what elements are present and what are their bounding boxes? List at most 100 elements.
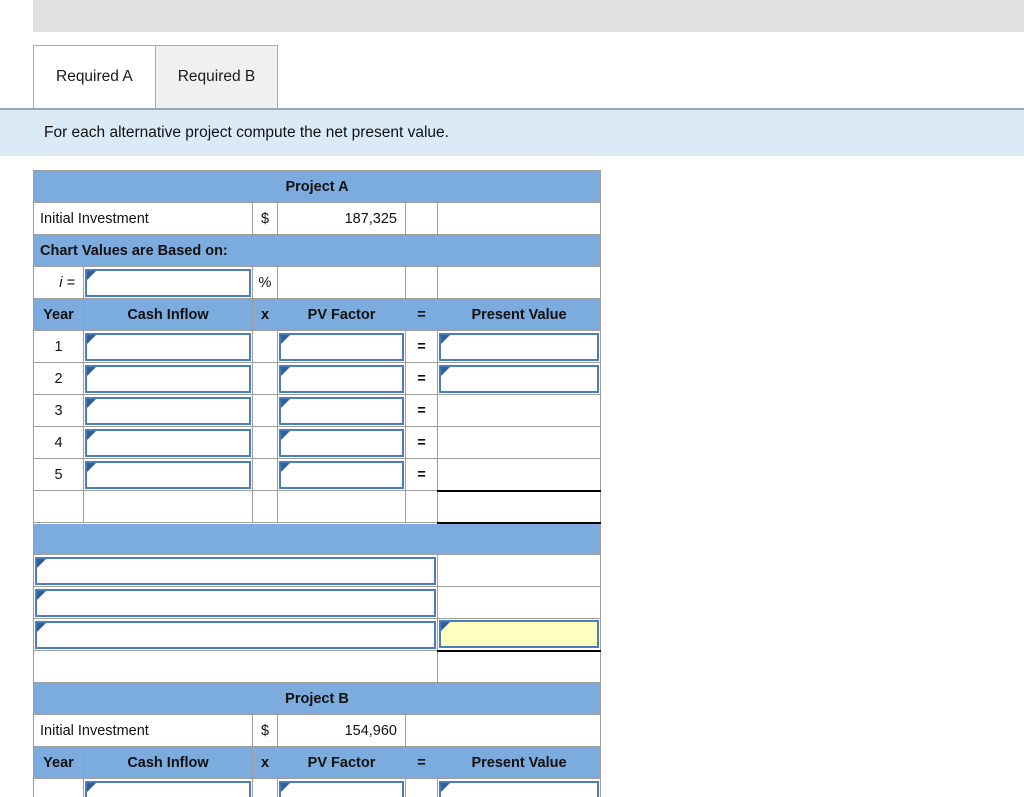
project-b-initial-investment-spacer bbox=[404, 714, 602, 747]
cash-inflow-input-year-5[interactable] bbox=[87, 462, 249, 487]
cash-inflow-input-year-3[interactable] bbox=[87, 398, 249, 423]
net-present-value-input-wrapper[interactable] bbox=[439, 620, 600, 649]
pv-factor-input-year-2[interactable] bbox=[281, 366, 402, 391]
project-a-total-present-value bbox=[436, 489, 602, 524]
year-cell: 5 bbox=[33, 458, 84, 491]
tab-required-b[interactable]: Required B bbox=[155, 45, 279, 108]
pv-factor-input-wrapper[interactable] bbox=[279, 332, 404, 361]
equals-cell: = bbox=[405, 394, 438, 427]
top-toolbar-strip bbox=[33, 0, 1024, 32]
interest-rate-input[interactable] bbox=[87, 270, 249, 295]
present-value-input-year-2[interactable] bbox=[441, 366, 598, 391]
pv-factor-input-wrapper[interactable] bbox=[279, 428, 404, 457]
times-cell bbox=[252, 426, 278, 459]
cash-inflow-cell[interactable] bbox=[83, 458, 253, 491]
cash-inflow-input-wrapper[interactable] bbox=[85, 332, 251, 361]
cash-inflow-cell-b[interactable] bbox=[83, 778, 253, 797]
pv-factor-cell-b[interactable] bbox=[277, 778, 406, 797]
cash-inflow-cell[interactable] bbox=[83, 394, 253, 427]
pv-factor-input-wrapper[interactable] bbox=[279, 364, 404, 393]
instruction-text: For each alternative project compute the… bbox=[44, 124, 449, 141]
summary-section-band bbox=[32, 522, 602, 555]
summary-label-input-2[interactable] bbox=[37, 590, 434, 615]
times-cell bbox=[252, 362, 278, 395]
project-b-initial-investment-row: Initial Investment $ 154,960 bbox=[33, 714, 602, 747]
total-spacer-1 bbox=[33, 490, 84, 523]
summary-label-input-1[interactable] bbox=[37, 558, 434, 583]
summary-label-cell-1[interactable] bbox=[33, 554, 438, 587]
equals-cell: = bbox=[405, 330, 438, 363]
present-value-cell bbox=[436, 458, 602, 491]
cash-inflow-input-year-2[interactable] bbox=[87, 366, 249, 391]
table-row: 1 = bbox=[33, 330, 602, 363]
present-value-cell[interactable] bbox=[436, 362, 602, 395]
cash-inflow-cell[interactable] bbox=[83, 426, 253, 459]
pv-factor-input-wrapper[interactable] bbox=[279, 396, 404, 425]
list-item bbox=[33, 618, 602, 652]
cash-inflow-cell[interactable] bbox=[83, 362, 253, 395]
summary-value-cell-2 bbox=[436, 586, 602, 619]
tab-required-a[interactable]: Required A bbox=[33, 45, 156, 108]
cash-inflow-input-year-4[interactable] bbox=[87, 430, 249, 455]
project-a-title: Project A bbox=[32, 170, 602, 203]
list-item bbox=[33, 586, 602, 619]
cash-inflow-input-year-1[interactable] bbox=[87, 334, 249, 359]
project-a-summary-header-row bbox=[32, 522, 602, 555]
project-b-title-row: Project B bbox=[32, 682, 602, 715]
times-cell bbox=[252, 394, 278, 427]
pv-factor-cell[interactable] bbox=[277, 458, 406, 491]
cash-inflow-input-wrapper[interactable] bbox=[85, 396, 251, 425]
summary-label-input-wrapper-2[interactable] bbox=[35, 588, 436, 617]
present-value-input-year-1[interactable] bbox=[441, 334, 598, 359]
cash-inflow-input-wrapper[interactable] bbox=[85, 428, 251, 457]
summary-label-input-wrapper-1[interactable] bbox=[35, 556, 436, 585]
times-cell-b bbox=[252, 778, 278, 797]
present-value-input-wrapper[interactable] bbox=[439, 332, 600, 361]
interest-rate-input-wrapper[interactable] bbox=[85, 268, 251, 297]
present-value-cell bbox=[436, 394, 602, 427]
project-a-initial-investment-spacer-2 bbox=[436, 202, 602, 235]
summary-label-input-3[interactable] bbox=[37, 622, 434, 647]
list-item bbox=[33, 554, 602, 587]
cash-inflow-input-wrapper-b[interactable] bbox=[85, 780, 251, 797]
present-value-input-wrapper[interactable] bbox=[439, 364, 600, 393]
cash-inflow-cell[interactable] bbox=[83, 330, 253, 363]
equals-cell: = bbox=[405, 362, 438, 395]
cash-inflow-input-b-row-1[interactable] bbox=[87, 782, 249, 797]
cash-inflow-input-wrapper[interactable] bbox=[85, 364, 251, 393]
net-present-value-input[interactable] bbox=[441, 622, 598, 647]
pv-factor-cell[interactable] bbox=[277, 330, 406, 363]
spacer-left bbox=[33, 650, 438, 683]
project-a-initial-investment-label: Initial Investment bbox=[33, 202, 253, 235]
pv-factor-cell[interactable] bbox=[277, 362, 406, 395]
summary-label-cell-2[interactable] bbox=[33, 586, 438, 619]
summary-label-input-wrapper-3[interactable] bbox=[35, 620, 436, 649]
header-equals: = bbox=[405, 298, 438, 331]
header-pv-factor-b: PV Factor bbox=[277, 746, 406, 779]
pv-factor-input-year-3[interactable] bbox=[281, 398, 402, 423]
pv-factor-cell[interactable] bbox=[277, 426, 406, 459]
year-cell: 3 bbox=[33, 394, 84, 427]
cash-inflow-input-wrapper[interactable] bbox=[85, 460, 251, 489]
pv-factor-input-wrapper-b[interactable] bbox=[279, 780, 404, 797]
interest-rate-spacer-2 bbox=[405, 266, 438, 299]
interest-rate-input-cell[interactable] bbox=[83, 266, 253, 299]
pv-factor-input-year-5[interactable] bbox=[281, 462, 402, 487]
present-value-input-wrapper-b[interactable] bbox=[439, 780, 600, 797]
interest-rate-spacer-3 bbox=[436, 266, 602, 299]
present-value-cell[interactable] bbox=[436, 330, 602, 363]
table-row bbox=[33, 778, 602, 797]
pv-factor-input-b-row-1[interactable] bbox=[281, 782, 402, 797]
pv-factor-input-year-4[interactable] bbox=[281, 430, 402, 455]
summary-value-cell-3[interactable] bbox=[436, 618, 602, 652]
pv-factor-cell[interactable] bbox=[277, 394, 406, 427]
header-equals-b: = bbox=[405, 746, 438, 779]
pv-factor-input-year-1[interactable] bbox=[281, 334, 402, 359]
present-value-cell-b[interactable] bbox=[436, 778, 602, 797]
present-value-input-b-row-1[interactable] bbox=[441, 782, 598, 797]
summary-value-cell-1 bbox=[436, 554, 602, 587]
pv-factor-input-wrapper[interactable] bbox=[279, 460, 404, 489]
summary-label-cell-3[interactable] bbox=[33, 618, 438, 651]
tab-required-b-label: Required B bbox=[177, 68, 256, 85]
equals-cell: = bbox=[405, 426, 438, 459]
